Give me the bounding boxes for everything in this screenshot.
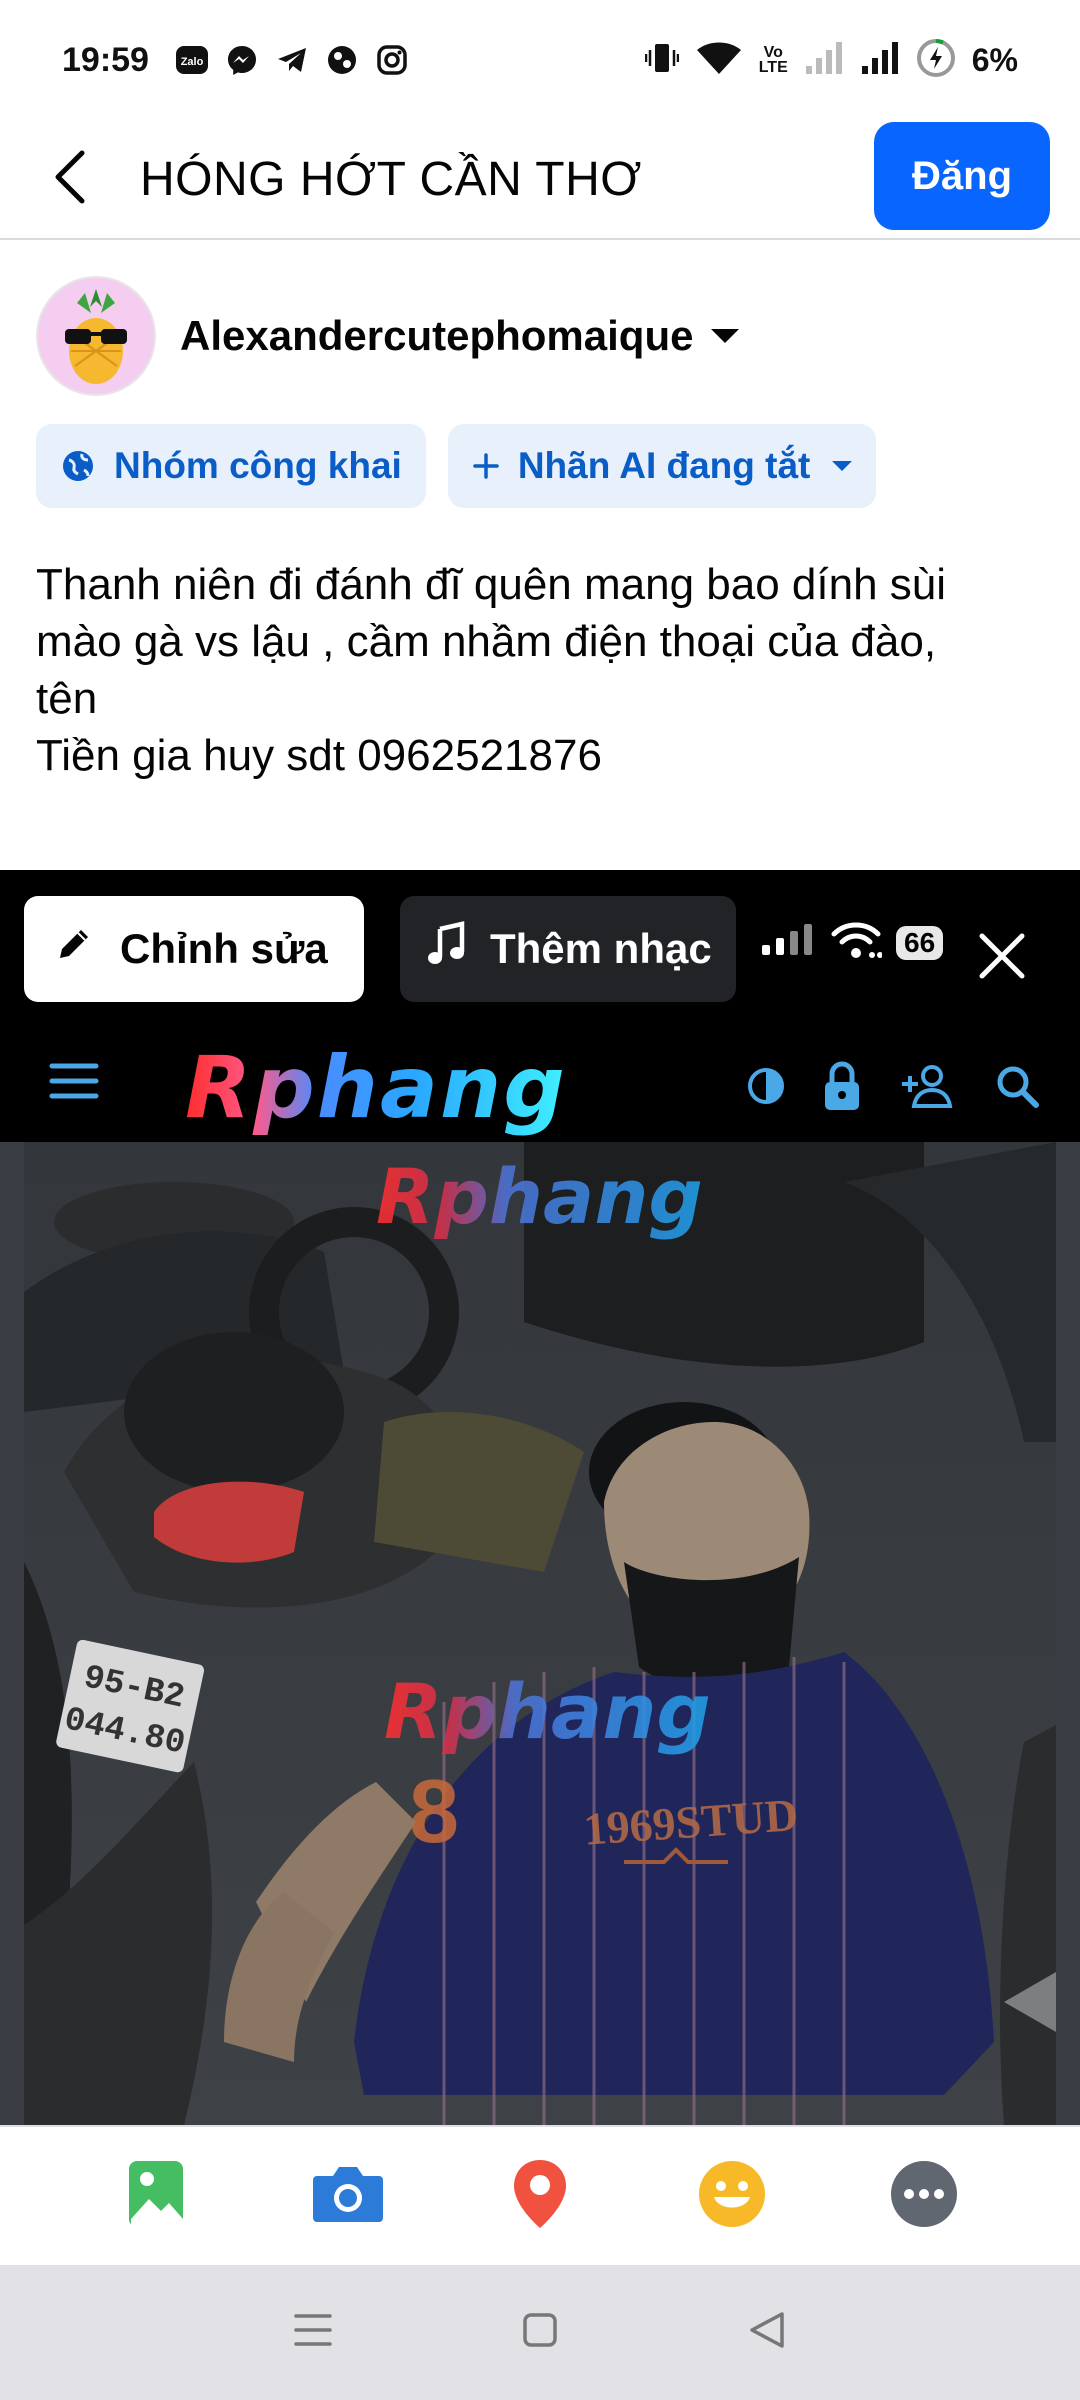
watermark-bottom: Rphang [384,1667,711,1756]
site-header-icons [746,1060,1040,1117]
close-icon [977,931,1027,986]
audience-chip[interactable]: Nhóm công khai [36,424,426,508]
cctv-photo: 95-B2 044.80 8 1969STUD Rphang Rphang [24,1142,1056,2125]
battery-charging-icon [916,38,956,83]
add-photo-button[interactable] [114,2154,198,2238]
location-pin-icon [511,2158,569,2235]
author-name[interactable]: Alexandercutephomaique [180,312,693,360]
volte-line1: Vo [763,44,783,61]
ai-label-text: Nhãn AI đang tắt [517,445,811,486]
zalo-icon: Zalo [175,43,209,77]
back-nav-button[interactable] [737,2303,797,2363]
attached-photo[interactable]: Chỉnh sửa Thêm nhạc 66 Rphang 95-B2 044.… [0,870,1080,2125]
wifi-icon [830,920,883,965]
composer-toolbar [0,2125,1080,2265]
signal-icon [760,923,816,962]
photo-right-margin [1056,1142,1080,2125]
add-music-label: Thêm nhạc [490,925,712,972]
signal-weak-icon [804,40,844,81]
post-text-line: Tiền gia huy sdt 0962521876 [36,731,602,780]
post-settings-chips: Nhóm công khai Nhãn AI đang tắt [36,424,877,508]
add-music-button[interactable]: Thêm nhạc [400,896,736,1002]
account-switch-caret-icon[interactable] [711,329,740,343]
ai-label-chip[interactable]: Nhãn AI đang tắt [447,424,877,508]
more-options-button[interactable] [882,2154,966,2238]
chevron-down-icon [832,461,853,471]
globe-icon [60,448,96,484]
composer-header: HÓNG HỚT CẦN THƠ Đăng [0,120,1080,240]
post-button[interactable]: Đăng [874,122,1050,230]
more-dots-icon [889,2159,959,2234]
system-nav-bar [0,2265,1080,2400]
signal-strong-icon [860,40,900,81]
screenshot-status-icons: 66 [760,920,944,965]
recent-apps-button[interactable] [283,2303,343,2363]
app-icon [325,43,359,77]
remove-photo-button[interactable] [966,922,1038,994]
author-row: Alexandercutephomaique [36,276,740,396]
system-status: Vo LTE 6% [644,38,1018,83]
cctv-scene-illustration: 95-B2 044.80 8 1969STUD [24,1142,1056,2125]
screenshot-site-header: Rphang [0,1020,1080,1142]
feeling-button[interactable] [690,2154,774,2238]
svg-text:Zalo: Zalo [181,56,204,68]
volte-indicator: Vo LTE [758,44,788,76]
vibrate-icon [644,40,679,81]
watermark-top: Rphang [376,1152,703,1241]
check-in-button[interactable] [498,2154,582,2238]
add-user-icon [898,1064,958,1113]
instagram-icon [375,43,409,77]
back-arrow-icon [50,149,90,210]
post-text-input[interactable]: Thanh niên đi đánh đĩ quên mang bao dính… [36,556,1046,784]
photo-left-margin [0,1142,24,2125]
square-icon [522,2312,558,2353]
post-text-line: mào gà vs lậu , cầm nhầm điện thoại của … [36,617,937,666]
hamburger-menu-icon [48,1060,100,1107]
audience-label: Nhóm công khai [114,445,402,486]
battery-percent: 6% [971,41,1018,78]
post-text-line: Thanh niên đi đánh đĩ quên mang bao dính… [36,560,947,609]
pineapple-avatar-icon [65,289,127,384]
contrast-icon [746,1066,786,1111]
camera-button[interactable] [306,2154,390,2238]
edit-photo-button[interactable]: Chỉnh sửa [24,896,364,1002]
photo-gallery-icon [127,2159,185,2234]
messenger-icon [225,43,259,77]
avatar[interactable] [36,276,156,396]
volte-line2: LTE [758,59,788,76]
pencil-icon [54,924,94,974]
notification-icons: Zalo [175,43,409,77]
home-button[interactable] [510,2303,570,2363]
edit-photo-label: Chỉnh sửa [120,925,328,972]
wifi-icon [695,40,743,81]
search-icon [994,1063,1040,1114]
lock-icon [822,1060,862,1117]
group-title: HÓNG HỚT CẦN THƠ [140,152,642,206]
triangle-back-icon [748,2311,786,2354]
camera-icon [311,2164,385,2229]
back-button[interactable] [30,139,110,219]
site-logo: Rphang [185,1038,567,1138]
status-bar: 19:59 Zalo Vo LTE 6% [0,0,1080,120]
telegram-icon [275,43,309,77]
screenshot-battery: 66 [896,925,944,960]
music-note-icon [424,921,470,977]
menu-lines-icon [294,2313,333,2352]
svg-text:8: 8 [409,1762,459,1862]
plus-icon [472,452,500,480]
smiley-icon [697,2159,767,2234]
status-time: 19:59 [62,40,149,79]
post-text-line: tên [36,674,98,723]
